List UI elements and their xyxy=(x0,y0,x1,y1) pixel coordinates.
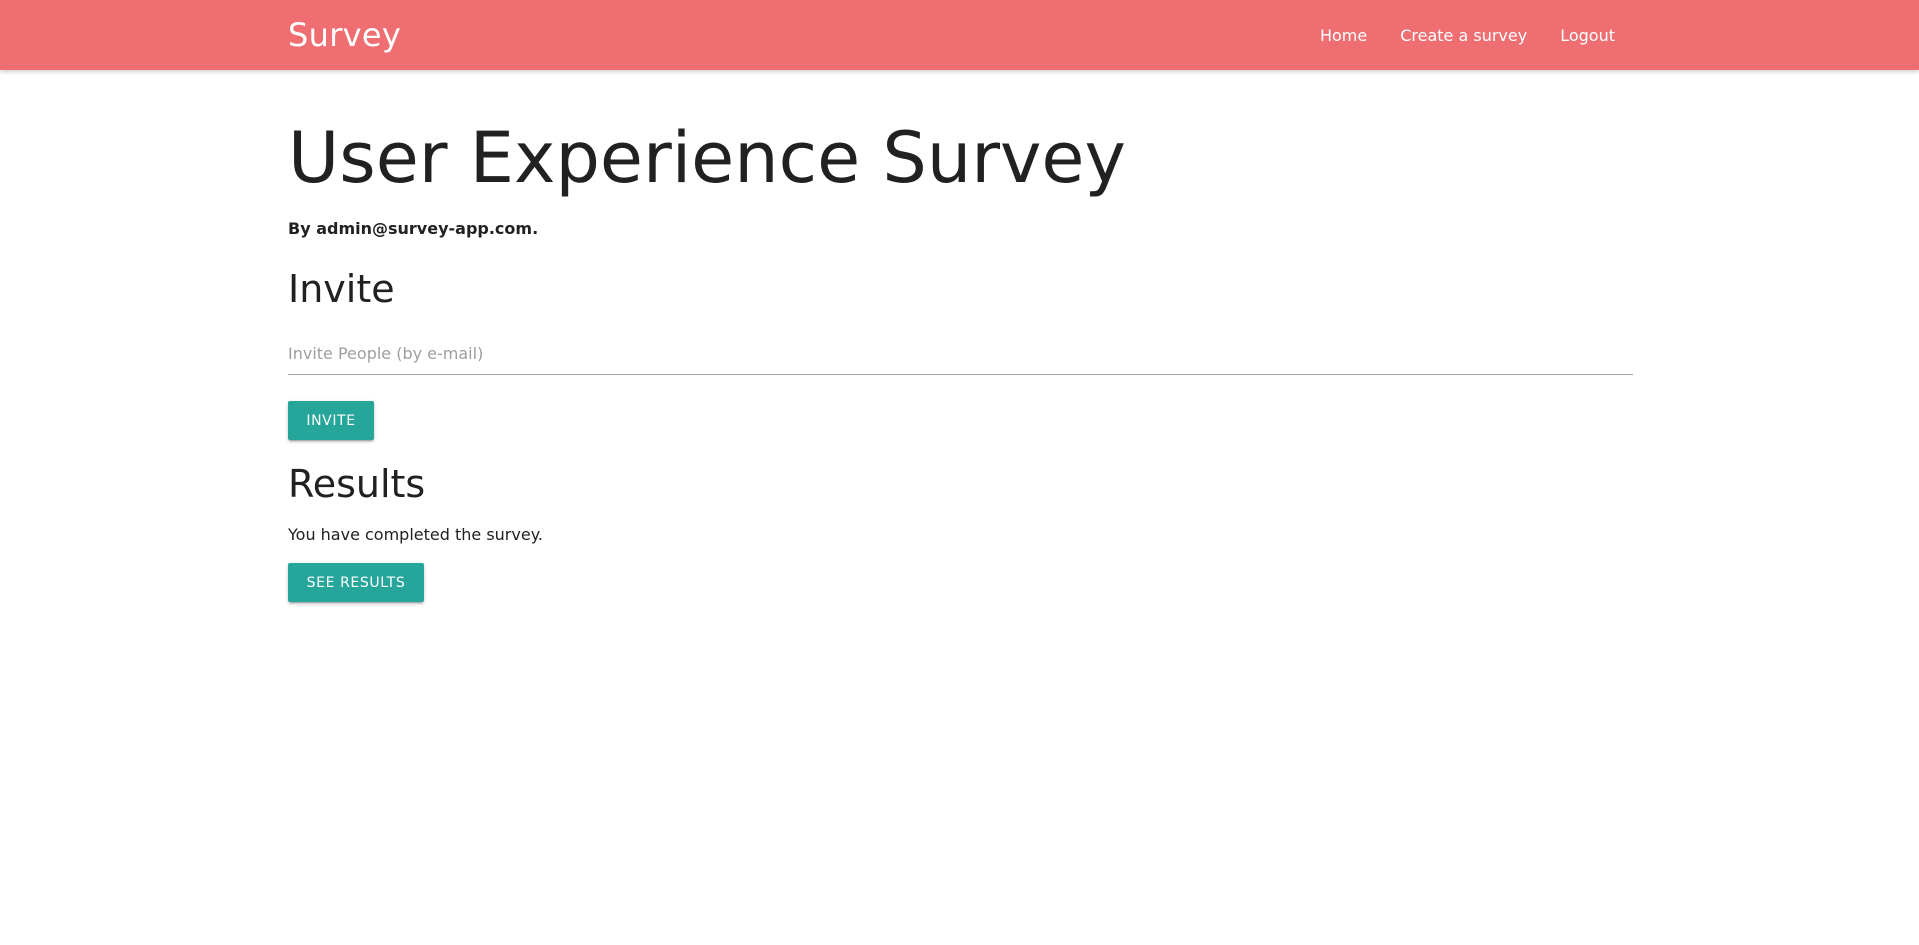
invite-heading: Invite xyxy=(288,267,395,311)
see-results-button[interactable]: See results xyxy=(288,563,424,602)
results-status-text: You have completed the survey. xyxy=(288,525,543,544)
survey-title: User Experience Survey xyxy=(288,117,1126,199)
nav-link-home[interactable]: Home xyxy=(1320,26,1367,45)
nav-links: Home Create a survey Logout xyxy=(1287,26,1631,45)
nav-link-create-survey[interactable]: Create a survey xyxy=(1400,26,1527,45)
invite-button[interactable]: Invite xyxy=(288,401,374,440)
nav-link-logout[interactable]: Logout xyxy=(1560,26,1615,45)
top-navbar: Survey Home Create a survey Logout xyxy=(0,0,1919,70)
brand-logo-link[interactable]: Survey xyxy=(288,16,401,54)
survey-author: By admin@survey-app.com. xyxy=(288,219,539,238)
results-heading: Results xyxy=(288,462,426,506)
invite-email-input[interactable] xyxy=(288,333,1633,375)
navbar-container: Survey Home Create a survey Logout xyxy=(288,0,1631,70)
